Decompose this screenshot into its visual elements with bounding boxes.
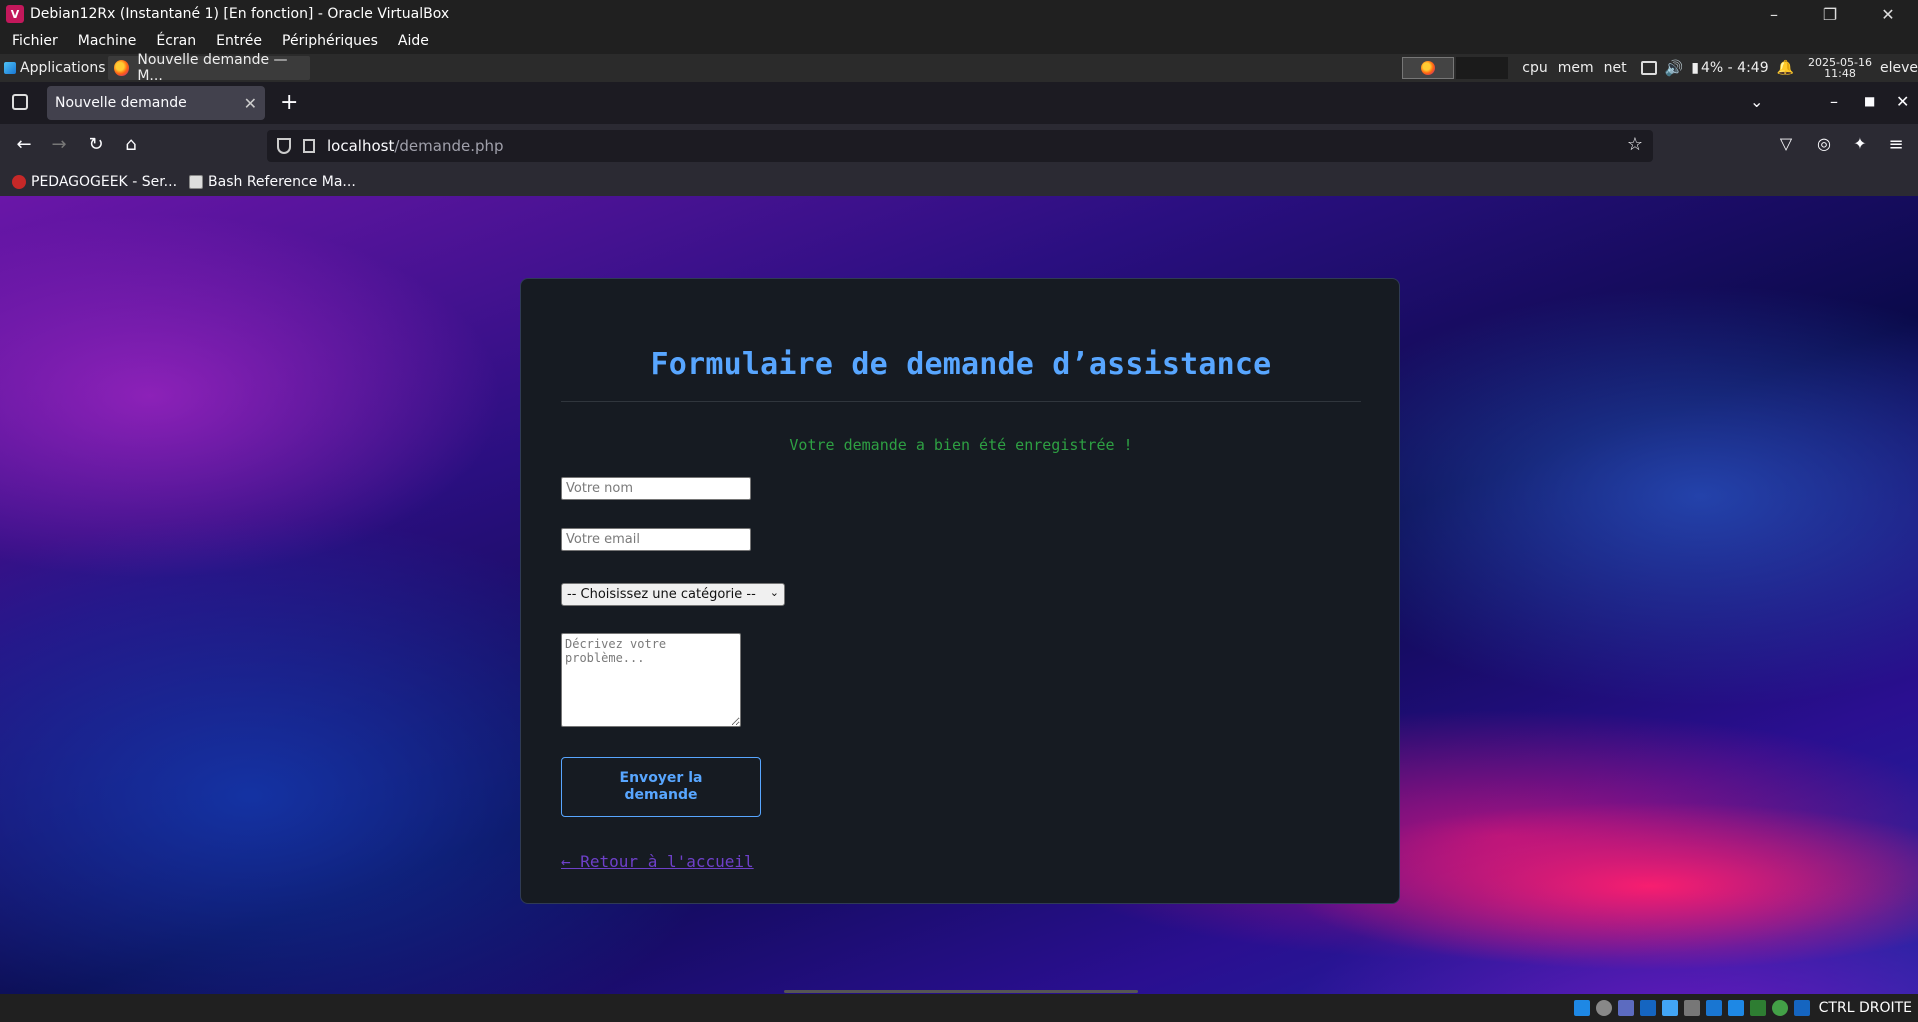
vbox-network-icon[interactable] <box>1639 1000 1656 1016</box>
workspace-1[interactable] <box>1402 57 1455 79</box>
host-title-bar: V Debian12Rx (Instantané 1) [En fonction… <box>0 0 1918 28</box>
pocket-icon[interactable]: ▽ <box>1774 134 1798 153</box>
net-monitor-label: net <box>1603 60 1627 76</box>
applications-label: Applications <box>20 60 106 76</box>
chevron-down-icon: ⌄ <box>769 586 779 599</box>
vbox-hdd-icon[interactable] <box>1573 1000 1590 1016</box>
bookmark-label: PEDAGOGEEK - Ser... <box>31 174 178 190</box>
close-tab-icon[interactable]: ✕ <box>244 94 257 113</box>
host-status-bar: CTRL DROITE <box>0 994 1918 1022</box>
email-input[interactable] <box>561 528 751 551</box>
menu-peripheriques[interactable]: Périphériques <box>270 33 386 49</box>
battery-icon[interactable]: ▮ <box>1691 60 1699 76</box>
net-monitor[interactable]: net <box>1604 60 1627 76</box>
category-select[interactable]: -- Choisissez une catégorie -- ⌄ <box>561 583 785 606</box>
menu-ecran[interactable]: Écran <box>144 33 204 49</box>
panel-right-area: cpu mem net 🔊 ▮ 4% - 4:49 🔔 2025-05-16 1… <box>1402 54 1918 82</box>
user-menu[interactable]: eleve <box>1880 60 1918 76</box>
vbox-cpu-icon[interactable] <box>1749 1000 1766 1016</box>
mem-monitor-label: mem <box>1557 60 1594 76</box>
vbox-keyboard-icon[interactable] <box>1793 1000 1810 1016</box>
url-bar[interactable]: localhost/demande.php ☆ <box>267 130 1653 162</box>
firefox-icon <box>114 60 130 76</box>
browser-maximize-icon[interactable]: ■ <box>1864 94 1875 108</box>
bookmarks-toolbar: PEDAGOGEEK - Ser... Bash Reference Ma... <box>0 168 1918 196</box>
name-input[interactable] <box>561 477 751 500</box>
url-path: /demande.php <box>394 137 504 155</box>
panel-clock[interactable]: 2025-05-16 11:48 <box>1808 57 1872 79</box>
success-message: Votre demande a bien été enregistrée ! <box>789 436 1133 454</box>
applications-menu[interactable]: Applications <box>0 60 106 76</box>
bookmark-label: Bash Reference Ma... <box>208 174 356 190</box>
bookmark-pedagogeek[interactable]: PEDAGOGEEK - Ser... <box>12 174 177 190</box>
bookmark-bash-reference[interactable]: Bash Reference Ma... <box>189 174 356 190</box>
gnu-favicon <box>189 175 204 189</box>
page-viewport: Formulaire de demande d’assistance Votre… <box>0 196 1918 994</box>
page-info-icon[interactable] <box>303 139 315 153</box>
virtualbox-icon: V <box>6 5 24 23</box>
clock-time: 11:48 <box>1824 67 1856 80</box>
pedagogeek-favicon <box>12 175 26 189</box>
forward-arrow-icon[interactable]: → <box>47 134 71 155</box>
minimize-window-icon[interactable]: – <box>1746 0 1802 28</box>
back-arrow-icon[interactable]: ← <box>12 134 36 155</box>
guest-top-panel: Applications Nouvelle demande — M... cpu… <box>0 52 1918 84</box>
list-tabs-chevron-icon[interactable]: ⌄ <box>1750 92 1763 111</box>
tab-title: Nouvelle demande <box>55 95 187 111</box>
volume-icon[interactable]: 🔊 <box>1665 59 1684 77</box>
menu-entree[interactable]: Entrée <box>204 33 270 49</box>
taskbar-item-firefox[interactable]: Nouvelle demande — M... <box>108 52 310 84</box>
browser-nav-bar: ← → ↻ ⌂ localhost/demande.php ☆ ▽ ◎ ✦ ≡ <box>0 124 1918 168</box>
workspace-2[interactable] <box>1456 57 1509 79</box>
host-window-title: Debian12Rx (Instantané 1) [En fonction] … <box>30 6 450 22</box>
description-textarea[interactable] <box>561 633 741 727</box>
bookmark-star-icon[interactable]: ☆ <box>1627 134 1643 155</box>
menu-fichier[interactable]: Fichier <box>0 33 66 49</box>
firefox-icon <box>1421 61 1436 75</box>
hamburger-menu-icon[interactable]: ≡ <box>1884 134 1908 155</box>
extensions-icon[interactable]: ✦ <box>1848 134 1872 153</box>
vbox-display-icon[interactable] <box>1705 1000 1722 1016</box>
close-window-icon[interactable]: ✕ <box>1860 0 1916 28</box>
vbox-shared-folder-icon[interactable] <box>1683 1000 1700 1016</box>
notification-bell-icon[interactable]: 🔔 <box>1777 60 1794 76</box>
tracking-protection-shield-icon[interactable] <box>277 138 291 154</box>
category-selected-value: -- Choisissez une catégorie -- <box>567 587 756 602</box>
form-card: Formulaire de demande d’assistance Votre… <box>520 278 1400 904</box>
browser-close-icon[interactable]: ✕ <box>1896 92 1909 111</box>
browser-tab-strip: Nouvelle demande ✕ + ⌄ – ■ ✕ <box>0 82 1918 124</box>
reload-icon[interactable]: ↻ <box>84 134 108 155</box>
menu-machine[interactable]: Machine <box>66 33 145 49</box>
tab-nouvelle-demande[interactable]: Nouvelle demande ✕ <box>47 86 265 120</box>
host-menu-bar: Fichier Machine Écran Entrée Périphériqu… <box>0 28 1918 54</box>
vbox-audio-icon[interactable] <box>1617 1000 1634 1016</box>
scroll-indicator <box>784 990 1138 993</box>
battery-status: 4% - 4:49 <box>1701 60 1769 76</box>
account-icon[interactable]: ◎ <box>1812 134 1836 153</box>
cpu-monitor[interactable]: cpu <box>1522 60 1547 76</box>
firefox-view-icon[interactable] <box>12 94 28 110</box>
mem-monitor[interactable]: mem <box>1558 60 1594 76</box>
restore-window-icon[interactable]: ❐ <box>1802 0 1858 28</box>
title-divider <box>561 401 1361 402</box>
back-to-home-link[interactable]: ← Retour à l'accueil <box>561 852 754 871</box>
network-icon[interactable] <box>1640 61 1657 75</box>
vbox-recording-icon[interactable] <box>1727 1000 1744 1016</box>
taskbar-item-label: Nouvelle demande — M... <box>137 52 288 84</box>
url-host: localhost <box>327 137 395 155</box>
new-tab-icon[interactable]: + <box>280 90 298 115</box>
host-key-label: CTRL DROITE <box>1818 1000 1912 1016</box>
submit-button[interactable]: Envoyer la demande <box>561 757 761 817</box>
applications-icon <box>4 62 16 74</box>
vbox-optical-icon[interactable] <box>1595 1000 1612 1016</box>
browser-minimize-icon[interactable]: – <box>1830 92 1838 111</box>
vbox-usb-icon[interactable] <box>1661 1000 1678 1016</box>
vbox-mouse-icon[interactable] <box>1771 1000 1788 1016</box>
home-icon[interactable]: ⌂ <box>119 134 143 155</box>
menu-aide[interactable]: Aide <box>386 33 437 49</box>
page-title: Formulaire de demande d’assistance <box>650 347 1272 382</box>
